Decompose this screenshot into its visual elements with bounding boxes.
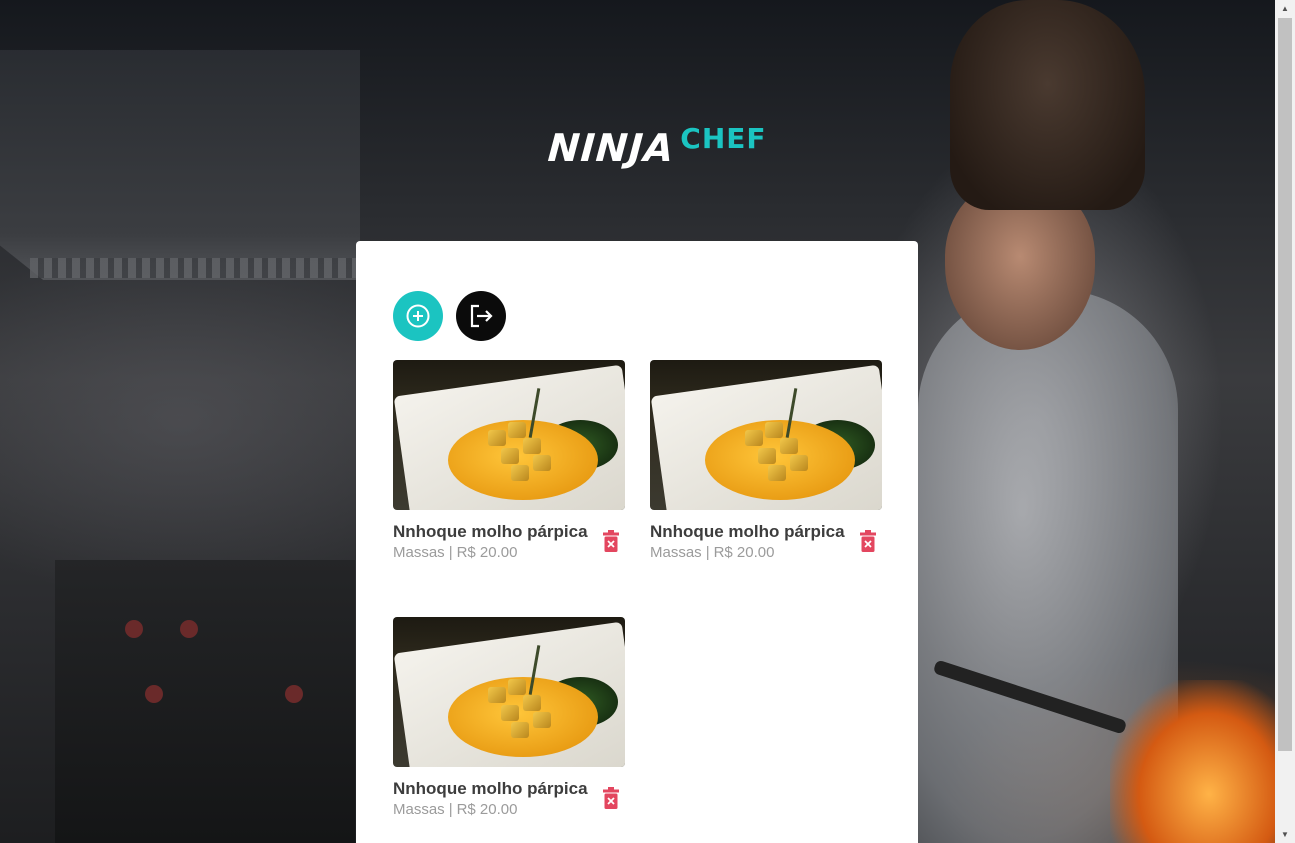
item-price: R$ 20.00: [456, 801, 518, 818]
dish-photo: [393, 360, 625, 510]
chef-hat: [950, 0, 1145, 210]
item-info: Nnhoque molho párpica Massas | R$ 20.00: [650, 522, 882, 566]
scroll-down-arrow[interactable]: ▼: [1275, 826, 1295, 843]
scroll-up-arrow[interactable]: ▲: [1275, 0, 1295, 17]
logo-ninja-text: NINJA: [546, 126, 676, 170]
stove: [55, 560, 355, 843]
item-name: Nnhoque molho párpica: [650, 522, 845, 541]
meta-separator: |: [448, 544, 453, 561]
dish-photo: [393, 617, 625, 767]
menu-item[interactable]: Nnhoque molho párpica Massas | R$ 20.00: [393, 617, 625, 823]
kitchen-hood: [0, 50, 360, 280]
menu-card: Nnhoque molho párpica Massas|R$ 20.00: [356, 241, 918, 843]
item-meta: Massas | R$ 20.00: [650, 544, 882, 561]
item-meta: Massas | R$ 20.00: [393, 801, 625, 818]
item-category: Massas: [393, 801, 445, 818]
item-info: Nnhoque molho párpica Massas | R$ 20.00: [393, 522, 625, 566]
pan-fire: [1110, 680, 1275, 843]
item-price: R$ 20.00: [713, 544, 775, 561]
meta-separator: |: [448, 801, 453, 818]
dish-photo: [650, 360, 882, 510]
logout-button[interactable]: [456, 291, 506, 341]
vertical-scrollbar[interactable]: ▲ ▼: [1275, 0, 1295, 843]
item-meta: Massas | R$ 20.00: [393, 544, 625, 561]
menu-item[interactable]: Nnhoque molho párpica Massas | R$ 20.00: [650, 360, 882, 566]
trash-icon[interactable]: [603, 787, 619, 809]
item-info: Nnhoque molho párpica Massas | R$ 20.00: [393, 779, 625, 823]
ninjachef-logo: NINJA CHEF: [546, 112, 766, 170]
background: NINJA CHEF Nnhoque molho párpica Massas …: [0, 0, 1275, 843]
trash-icon[interactable]: [860, 530, 876, 552]
item-price: R$ 20.00: [456, 544, 518, 561]
logout-icon: [470, 304, 493, 328]
menu-item[interactable]: Nnhoque molho párpica Massas | R$ 20.00: [393, 360, 625, 566]
plus-circle-icon: [406, 304, 430, 328]
item-name: Nnhoque molho párpica: [393, 522, 588, 541]
item-category: Massas: [650, 544, 702, 561]
hood-vent: [30, 258, 360, 278]
add-item-button[interactable]: [393, 291, 443, 341]
logo-chef-text: CHEF: [680, 122, 767, 155]
scroll-thumb[interactable]: [1278, 18, 1292, 751]
meta-separator: |: [705, 544, 710, 561]
trash-icon[interactable]: [603, 530, 619, 552]
item-category: Massas: [393, 544, 445, 561]
action-bar: [393, 291, 506, 341]
item-name: Nnhoque molho párpica: [393, 779, 588, 798]
